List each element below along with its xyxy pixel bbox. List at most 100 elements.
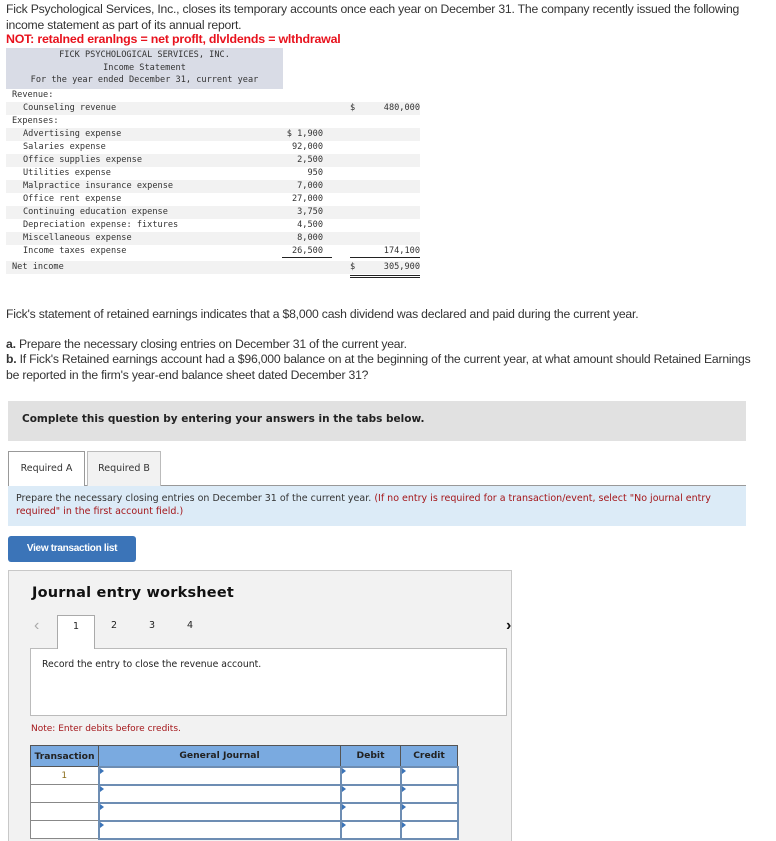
net-income-amount: 305,900 — [383, 261, 420, 272]
net-income-row: Net income $305,900 — [6, 260, 420, 278]
expense-row: Income taxes expense 26,500 174,100 — [6, 245, 420, 258]
net-income-label: Net income — [12, 261, 64, 272]
expense-amount: 2,500 — [297, 154, 323, 165]
debit-input[interactable] — [339, 765, 402, 786]
expense-row: Miscellaneous expense 8,000 — [6, 231, 420, 245]
expense-label: Continuing education expense — [23, 206, 168, 217]
header-debit: Debit — [340, 745, 401, 767]
expense-label: Salaries expense — [23, 141, 106, 152]
header-credit: Credit — [400, 745, 458, 767]
view-transaction-list-button[interactable]: View transaction list — [8, 536, 136, 562]
double-underline — [350, 274, 420, 278]
journal-row: 1 — [30, 765, 459, 786]
chevron-right-icon[interactable]: › — [506, 617, 511, 635]
debit-input[interactable] — [339, 783, 402, 804]
expense-row: Advertising expense $ 1,900 — [6, 127, 420, 141]
expenses-heading-row: Expenses: — [6, 115, 420, 128]
expense-amount: 8,000 — [297, 232, 323, 243]
expense-amount: 27,000 — [291, 193, 323, 204]
currency-symbol: $ — [350, 102, 356, 113]
expense-row: Utilities expense 950 — [6, 167, 420, 180]
credit-input[interactable] — [399, 801, 459, 822]
expense-row: Office supplies expense 2,500 — [6, 153, 420, 167]
journal-header-row: Transaction General Journal Debit Credit — [30, 745, 458, 767]
journal-table: Transaction General Journal Debit Credit… — [30, 745, 459, 840]
transaction-number — [30, 820, 99, 839]
part-a-prefix: a. — [6, 337, 16, 351]
account-input[interactable] — [97, 801, 342, 822]
instruction-box: Prepare the necessary closing entries on… — [8, 486, 746, 526]
revenue-item-label: Counseling revenue — [23, 102, 117, 113]
revenue-heading-row: Revenue: — [6, 89, 420, 102]
journal-row — [30, 801, 459, 822]
total-underline — [350, 256, 420, 258]
expense-label: Office rent expense — [23, 193, 122, 204]
header-general-journal: General Journal — [98, 745, 341, 767]
red-note: NOT: retalned eranlngs = net proflt, dlv… — [6, 32, 341, 46]
expense-amount: 3,750 — [297, 206, 323, 217]
company-name: FICK PSYCHOLOGICAL SERVICES, INC. — [59, 50, 230, 60]
account-input[interactable] — [97, 765, 342, 786]
page-tab-4[interactable]: 4 — [171, 615, 209, 649]
credit-input[interactable] — [399, 819, 459, 840]
entry-prompt: Record the entry to close the revenue ac… — [42, 659, 262, 670]
part-b-prefix: b. — [6, 352, 17, 366]
page-tab-1[interactable]: 1 — [57, 615, 95, 649]
expense-label: Office supplies expense — [23, 154, 142, 165]
transaction-number — [30, 784, 99, 803]
intro-paragraph: Fick Psychological Services, Inc., close… — [6, 2, 740, 32]
expense-row: Depreciation expense: fixtures 4,500 — [6, 219, 420, 232]
header-transaction: Transaction — [30, 745, 99, 767]
revenue-label: Revenue: — [12, 89, 54, 100]
expense-label: Miscellaneous expense — [23, 232, 132, 243]
complete-question-banner: Complete this question by entering your … — [8, 401, 746, 441]
debits-note: Note: Enter debits before credits. — [31, 724, 181, 734]
instruction-text: Prepare the necessary closing entries on… — [16, 493, 372, 504]
income-statement: FICK PSYCHOLOGICAL SERVICES, INC. Income… — [6, 48, 420, 278]
expense-label: Advertising expense — [23, 128, 122, 139]
statement-title: Income Statement — [103, 62, 186, 73]
worksheet-title: Journal entry worksheet — [32, 585, 234, 601]
revenue-amount: 480,000 — [383, 102, 420, 113]
page-tab-3[interactable]: 3 — [133, 615, 171, 649]
page-tab-2[interactable]: 2 — [95, 615, 133, 649]
journal-entry-worksheet: Journal entry worksheet ‹ 1 2 3 4 › Reco… — [8, 570, 512, 841]
statement-period: For the year ended December 31, current … — [30, 75, 259, 86]
expenses-label: Expenses: — [12, 115, 59, 126]
expense-row: Salaries expense 92,000 — [6, 141, 420, 154]
expense-amount: 4,500 — [297, 219, 323, 230]
transaction-number: 1 — [30, 766, 99, 785]
currency-symbol: $ — [350, 261, 356, 272]
income-statement-header: FICK PSYCHOLOGICAL SERVICES, INC. Income… — [6, 48, 283, 89]
chevron-left-icon[interactable]: ‹ — [34, 617, 39, 635]
tab-required-a[interactable]: Required A — [8, 451, 85, 487]
entry-prompt-box: Record the entry to close the revenue ac… — [30, 648, 507, 716]
debit-input[interactable] — [339, 819, 402, 840]
tab-required-b[interactable]: Required B — [87, 451, 161, 486]
account-input[interactable] — [97, 783, 342, 804]
part-b: b. If Fick's Retained earnings account h… — [6, 351, 766, 383]
credit-input[interactable] — [399, 765, 459, 786]
expense-amount: $ 1,900 — [286, 128, 323, 139]
subtotal-underline — [282, 256, 332, 258]
transaction-number — [30, 802, 99, 821]
part-a-text: Prepare the necessary closing entries on… — [15, 337, 407, 351]
expense-label: Malpractice insurance expense — [23, 180, 174, 191]
debit-input[interactable] — [339, 801, 402, 822]
tab-bar: Required A Required B — [8, 451, 746, 487]
revenue-row: Counseling revenue $480,000 — [6, 101, 420, 115]
expense-amount: 92,000 — [291, 141, 323, 152]
journal-row — [30, 819, 459, 840]
expense-amount: 7,000 — [297, 180, 323, 191]
expense-row: Continuing education expense 3,750 — [6, 205, 420, 219]
expense-label: Depreciation expense: fixtures — [23, 219, 179, 230]
account-input[interactable] — [97, 819, 342, 840]
journal-row — [30, 783, 459, 804]
credit-input[interactable] — [399, 783, 459, 804]
expense-amount: 950 — [307, 167, 323, 178]
expense-label: Income taxes expense — [23, 245, 127, 256]
part-a: a. Prepare the necessary closing entries… — [6, 336, 766, 352]
part-b-text: If Fick's Retained earnings account had … — [6, 352, 751, 382]
expense-row: Malpractice insurance expense 7,000 — [6, 179, 420, 193]
dividend-text: Fick's statement of retained earnings in… — [6, 307, 639, 321]
